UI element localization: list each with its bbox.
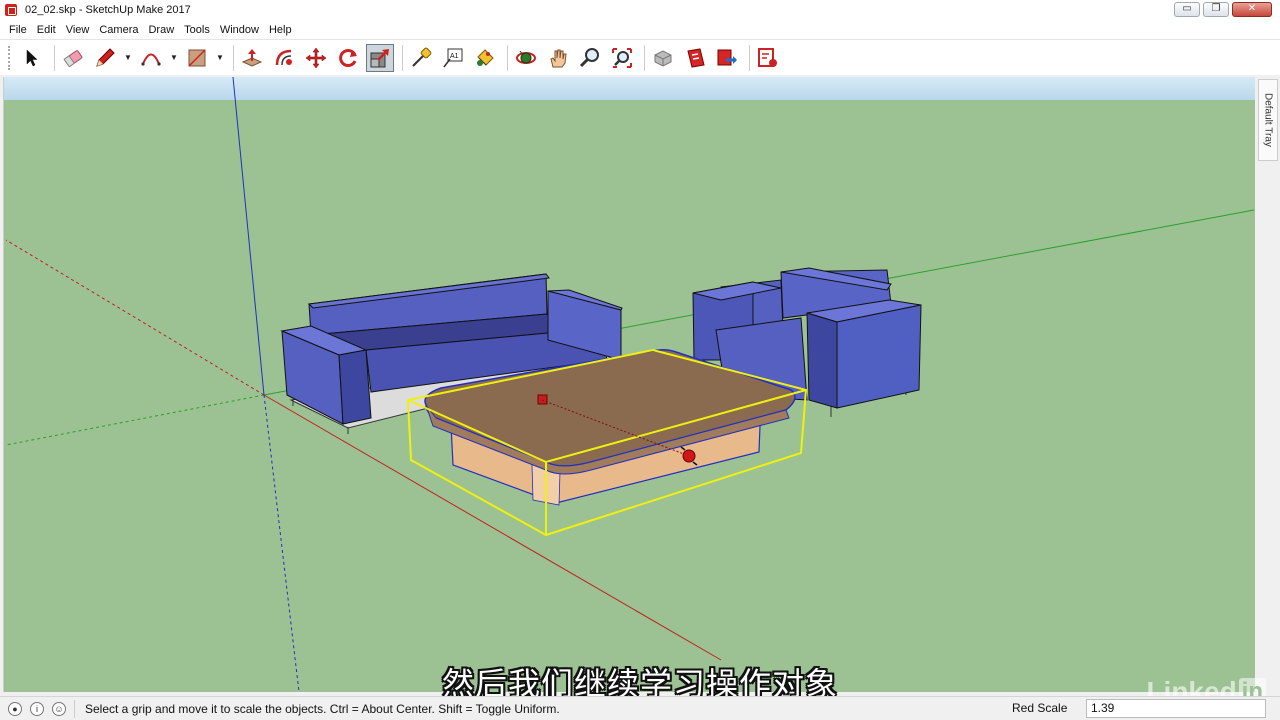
menu-help[interactable]: Help <box>264 24 297 36</box>
getting-started-toolbar: ▼ ▼ ▼ A1 <box>0 39 1280 75</box>
orbit-tool-button[interactable] <box>512 44 540 72</box>
arc-icon <box>141 53 161 66</box>
measurements-input[interactable]: 1.39 <box>1086 699 1266 718</box>
select-arrow-icon <box>26 48 38 66</box>
model-viewport[interactable] <box>3 77 1255 692</box>
tape-measure-icon <box>412 47 432 67</box>
sketchup-logo-icon <box>5 4 17 16</box>
default-tray-label: Default Tray <box>1262 93 1274 147</box>
menu-draw[interactable]: Draw <box>143 24 179 36</box>
toolbar-separator <box>749 44 750 71</box>
scale-tool-button[interactable] <box>366 43 394 72</box>
layout-button[interactable] <box>754 44 782 72</box>
blue-axis-negative <box>263 394 300 692</box>
pencil-tool-button[interactable] <box>91 44 119 72</box>
pencil-dropdown-chevron-icon[interactable]: ▼ <box>123 44 133 72</box>
rectangle-icon <box>188 48 206 67</box>
geo-location-icon[interactable]: ● <box>8 701 22 716</box>
svg-text:A1: A1 <box>450 53 459 60</box>
scene-canvas <box>5 77 1255 692</box>
eraser-icon <box>63 49 83 67</box>
menu-edit[interactable]: Edit <box>32 24 61 36</box>
minimize-button[interactable]: ▭ <box>1174 2 1200 17</box>
status-bar: ● i ☺ Select a grip and move it to scale… <box>0 696 1280 720</box>
tape-measure-tool-button[interactable] <box>407 44 435 72</box>
rectangle-dropdown-chevron-icon[interactable]: ▼ <box>215 44 225 72</box>
push-pull-icon <box>241 48 263 67</box>
default-tray-tab[interactable]: Default Tray <box>1258 79 1278 161</box>
pencil-icon <box>96 47 115 67</box>
extension-warehouse-icon <box>687 47 705 68</box>
paint-bucket-icon <box>477 48 494 66</box>
move-tool-button[interactable] <box>302 44 330 72</box>
status-separator <box>74 699 75 718</box>
title-bar: 02_02.skp - SketchUp Make 2017 ▭ ❐ ✕ <box>0 0 1280 20</box>
blue-axis <box>232 77 265 396</box>
eraser-tool-button[interactable] <box>59 44 87 72</box>
maximize-button[interactable]: ❐ <box>1203 2 1229 17</box>
zoom-extents-icon <box>612 47 632 68</box>
zoom-icon <box>579 47 599 67</box>
toolbar-separator <box>644 44 645 71</box>
paint-bucket-tool-button[interactable] <box>471 44 499 72</box>
green-axis-negative <box>5 394 265 446</box>
menu-camera[interactable]: Camera <box>94 24 143 36</box>
red-axis-negative <box>5 239 265 396</box>
extension-warehouse-button[interactable] <box>681 44 709 72</box>
menu-tools[interactable]: Tools <box>179 24 215 36</box>
text-icon: A1 <box>443 48 463 67</box>
select-tool-button[interactable] <box>18 44 46 72</box>
rotate-icon <box>339 48 357 67</box>
layout-icon <box>758 47 777 67</box>
info-icon[interactable]: i <box>30 701 44 716</box>
toolbar-separator <box>507 44 508 71</box>
scale-grip-handle[interactable] <box>537 394 548 405</box>
text-tool-button[interactable]: A1 <box>439 44 467 72</box>
toolbar-grip[interactable] <box>8 45 12 70</box>
push-pull-tool-button[interactable] <box>238 44 266 72</box>
warehouse-button[interactable] <box>649 44 677 72</box>
pan-hand-icon <box>550 49 567 67</box>
window-title: 02_02.skp - SketchUp Make 2017 <box>25 4 191 16</box>
user-icon[interactable]: ☺ <box>52 701 66 716</box>
arc-dropdown-chevron-icon[interactable]: ▼ <box>169 44 179 72</box>
share-model-icon <box>717 49 737 65</box>
toolbar-separator <box>233 44 234 71</box>
orbit-icon <box>516 50 536 64</box>
offset-icon <box>275 49 292 65</box>
default-tray-panel: Default Tray <box>1256 77 1280 692</box>
toolbar-separator <box>402 44 403 71</box>
menu-bar: File Edit View Camera Draw Tools Window … <box>0 20 1280 39</box>
measurements-label: Red Scale <box>1012 701 1068 715</box>
3d-warehouse-icon <box>654 49 672 67</box>
toolbar-separator <box>54 44 55 71</box>
menu-view[interactable]: View <box>61 24 95 36</box>
menu-window[interactable]: Window <box>215 24 264 36</box>
zoom-tool-button[interactable] <box>576 44 604 72</box>
rectangle-tool-button[interactable] <box>183 44 211 72</box>
status-message: Select a grip and move it to scale the o… <box>85 701 560 716</box>
window-controls: ▭ ❐ ✕ <box>1174 2 1272 17</box>
share-model-button[interactable] <box>713 44 741 72</box>
move-icon <box>305 47 327 68</box>
offset-tool-button[interactable] <box>270 44 298 72</box>
sketchup-window: 02_02.skp - SketchUp Make 2017 ▭ ❐ ✕ Fil… <box>0 0 1280 720</box>
rotate-tool-button[interactable] <box>334 44 362 72</box>
menu-file[interactable]: File <box>4 24 32 36</box>
close-button[interactable]: ✕ <box>1232 2 1272 17</box>
scale-icon <box>370 48 389 67</box>
arc-tool-button[interactable] <box>137 44 165 72</box>
zoom-extents-tool-button[interactable] <box>608 44 636 72</box>
pan-tool-button[interactable] <box>544 44 572 72</box>
